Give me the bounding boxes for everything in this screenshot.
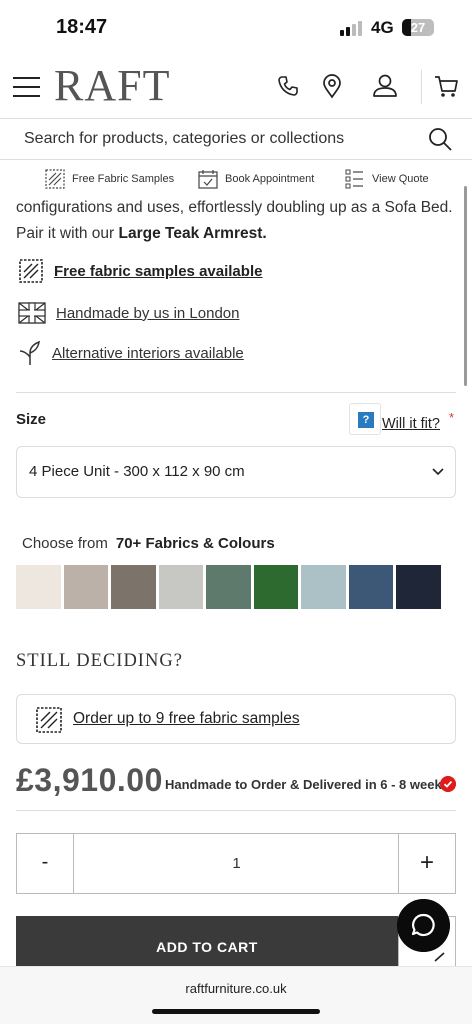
size-select[interactable]: 4 Piece Unit - 300 x 112 x 90 cm — [16, 446, 456, 498]
user-icon[interactable] — [371, 72, 399, 100]
menu-icon[interactable] — [13, 77, 40, 97]
view-quote-link[interactable]: View Quote — [344, 168, 429, 190]
status-bar: 18:47 4G 27 — [0, 0, 472, 56]
location-pin-icon[interactable] — [318, 72, 346, 100]
checklist-icon — [345, 169, 363, 189]
chevron-down-icon — [432, 468, 444, 476]
network-label: 4G — [371, 18, 394, 37]
chat-button[interactable] — [397, 899, 450, 952]
free-samples-link[interactable]: Free Fabric Samples — [44, 168, 174, 190]
feature-handmade[interactable]: Handmade by us in London — [18, 302, 239, 324]
site-logo[interactable]: RAFT — [54, 60, 170, 111]
feature-samples[interactable]: Free fabric samples available — [18, 258, 262, 284]
fabric-swatch[interactable] — [396, 565, 441, 609]
cart-icon[interactable] — [432, 72, 460, 100]
fabric-heading: Choose from 70+ Fabrics & Colours — [22, 535, 275, 552]
verified-check-icon — [440, 776, 456, 792]
book-appointment-label: Book Appointment — [225, 173, 315, 185]
description-line: configurations and uses, effortlessly do… — [16, 199, 453, 216]
home-indicator[interactable] — [152, 1009, 320, 1014]
description-line: Pair it with our Large Teak Armrest. — [16, 221, 456, 247]
order-samples-label: Order up to 9 free fabric samples — [73, 710, 300, 727]
product-price: £3,910.00 — [16, 762, 163, 798]
help-icon-glyph: ? — [358, 412, 374, 428]
view-quote-label: View Quote — [372, 173, 429, 185]
section-divider — [16, 810, 456, 811]
order-samples-button[interactable]: Order up to 9 free fabric samples — [16, 694, 456, 744]
battery-level: 27 — [410, 20, 426, 35]
fabric-swatch-icon — [19, 259, 43, 283]
signal-icon — [340, 20, 362, 36]
browser-url[interactable]: raftfurniture.co.uk — [0, 981, 472, 996]
fabric-swatch[interactable] — [63, 565, 108, 609]
search-input[interactable]: Search for products, categories or colle… — [24, 130, 344, 148]
size-label: Size — [16, 411, 47, 428]
phone-icon[interactable] — [274, 72, 302, 100]
status-time: 18:47 — [56, 16, 108, 38]
feature-alternative-label[interactable]: Alternative interiors available — [52, 345, 244, 362]
required-marker: * — [449, 410, 455, 425]
quantity-decrease-button[interactable]: - — [17, 834, 74, 893]
fabric-swatch[interactable] — [158, 565, 203, 609]
browser-url-bar[interactable]: raftfurniture.co.uk — [0, 966, 472, 1024]
delivery-info: Handmade to Order & Delivered in 6 - 8 w… — [165, 777, 449, 792]
fabric-heading-prefix: Choose from — [22, 535, 108, 552]
help-icon[interactable]: ? — [349, 403, 381, 435]
add-to-cart-button[interactable]: ADD TO CART — [16, 916, 398, 972]
search-icon[interactable] — [426, 125, 454, 153]
product-description: configurations and uses, effortlessly do… — [16, 195, 456, 247]
feature-alternative[interactable]: Alternative interiors available — [18, 339, 244, 367]
fabric-swatch[interactable] — [348, 565, 393, 609]
fabric-swatch-list — [16, 565, 441, 609]
uk-flag-icon — [18, 302, 46, 324]
will-it-fit-link[interactable]: Will it fit? — [382, 416, 440, 432]
book-appointment-link[interactable]: Book Appointment — [197, 168, 314, 190]
description-prefix: Pair it with our — [16, 225, 119, 242]
fabric-swatch-icon — [45, 169, 65, 189]
feature-samples-label[interactable]: Free fabric samples available — [54, 263, 262, 280]
quantity-stepper: - 1 + — [16, 833, 456, 894]
utility-bar: Free Fabric Samples Book Appointment Vie… — [0, 163, 472, 193]
quantity-increase-button[interactable]: + — [398, 834, 455, 893]
size-select-value: 4 Piece Unit - 300 x 112 x 90 cm — [29, 463, 245, 480]
calendar-icon — [198, 170, 218, 189]
quantity-input[interactable]: 1 — [74, 834, 399, 893]
fabric-swatch[interactable] — [206, 565, 251, 609]
feature-handmade-label[interactable]: Handmade by us in London — [56, 305, 239, 322]
armrest-link[interactable]: Large Teak Armrest. — [119, 225, 267, 242]
leaf-icon — [19, 340, 40, 365]
section-divider — [16, 392, 456, 393]
fabric-swatch[interactable] — [16, 565, 61, 609]
fabric-swatch[interactable] — [111, 565, 156, 609]
fabric-swatch[interactable] — [301, 565, 346, 609]
fabric-count-label: 70+ Fabrics & Colours — [115, 535, 275, 552]
fabric-swatch-icon — [36, 707, 62, 733]
free-samples-label: Free Fabric Samples — [72, 173, 175, 185]
scrollbar[interactable] — [464, 186, 467, 386]
header-divider — [421, 70, 422, 104]
still-deciding-heading: STILL DECIDING? — [16, 651, 183, 671]
search-bar[interactable]: Search for products, categories or colle… — [0, 118, 472, 160]
fabric-swatch[interactable] — [253, 565, 298, 609]
battery-icon: 27 — [402, 19, 434, 36]
site-header: RAFT — [0, 56, 472, 118]
